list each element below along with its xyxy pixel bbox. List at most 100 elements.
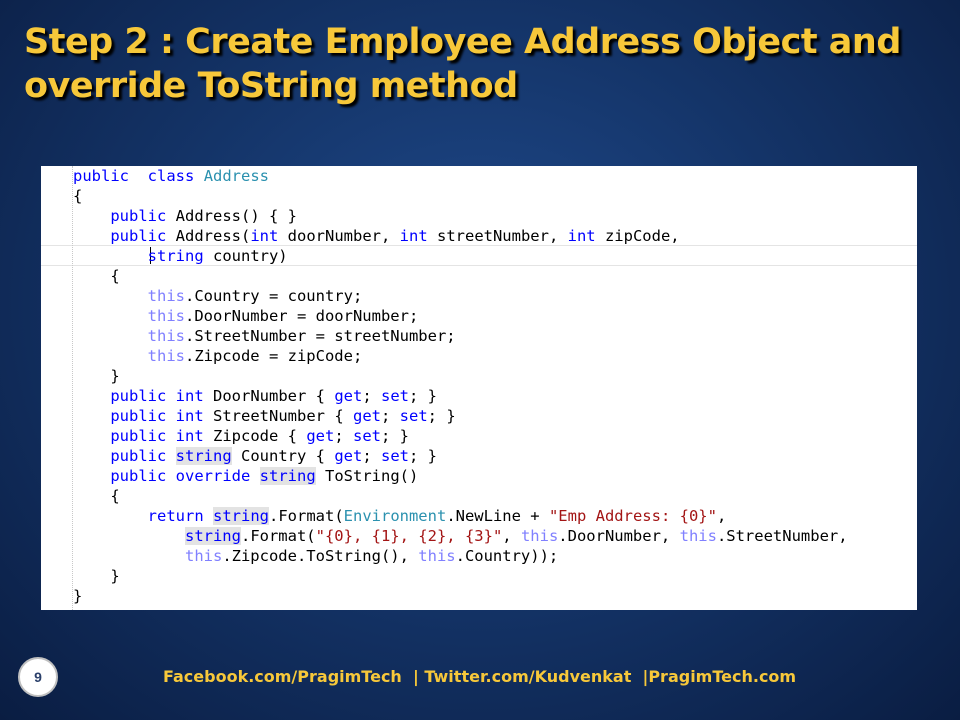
code-line: { (73, 486, 848, 506)
code-token: "{0}, {1}, {2}, {3}" (315, 527, 503, 545)
code-editor-panel[interactable]: public class Address { public Address() {… (41, 166, 917, 610)
code-token: { (73, 187, 83, 205)
code-token: get (334, 387, 363, 405)
code-token: Address (203, 167, 270, 185)
code-block[interactable]: public class Address { public Address() {… (73, 166, 848, 606)
code-token: set (381, 387, 409, 405)
code-token: this (184, 547, 223, 565)
code-line: this.StreetNumber = streetNumber; (73, 326, 848, 346)
code-token: ; (380, 407, 400, 425)
code-token: streetNumber, (427, 227, 568, 245)
code-token: Zipcode { (203, 427, 307, 445)
code-token: .NewLine + (446, 507, 549, 525)
code-token: this (679, 527, 717, 545)
code-line: public Address(int doorNumber, int stree… (73, 226, 848, 246)
page-number-badge: 9 (18, 657, 58, 697)
code-line: public int Zipcode { get; set; } (73, 426, 848, 446)
code-line: string.Format("{0}, {1}, {2}, {3}", this… (73, 526, 848, 546)
code-token: string (213, 507, 269, 525)
code-token: country) (203, 247, 288, 265)
code-token: this (147, 347, 185, 365)
code-line: this.DoorNumber = doorNumber; (73, 306, 848, 326)
code-line: { (73, 266, 848, 286)
code-token: this (147, 287, 185, 305)
code-line: string country) (73, 246, 848, 266)
code-token: doorNumber, (278, 227, 400, 245)
code-line: } (73, 586, 848, 606)
code-token: } (73, 367, 120, 385)
code-token: .Zipcode = zipCode; (184, 347, 363, 365)
code-token: int (175, 427, 204, 445)
code-line: public override string ToString() (73, 466, 848, 486)
code-token: int (399, 227, 428, 245)
slide-title: Step 2 : Create Employee Address Object … (24, 20, 924, 108)
code-line: this.Country = country; (73, 286, 848, 306)
code-token: this (147, 307, 185, 325)
code-line: public int DoorNumber { get; set; } (73, 386, 848, 406)
code-token: { (73, 487, 120, 505)
code-token: public (110, 387, 167, 405)
code-token: ToString() (315, 467, 419, 485)
slide-title-line-2: override ToString method (24, 66, 518, 106)
code-line: public string Country { get; set; } (73, 446, 848, 466)
code-token: ; } (381, 427, 409, 445)
code-token: .Format( (269, 507, 344, 525)
code-token: set (399, 407, 428, 425)
code-line: public Address() { } (73, 206, 848, 226)
code-token: class (147, 167, 195, 185)
code-line: this.Zipcode = zipCode; (73, 346, 848, 366)
page-number: 9 (34, 669, 42, 685)
code-token: public (110, 467, 167, 485)
code-line: public int StreetNumber { get; set; } (73, 406, 848, 426)
code-token: int (175, 387, 204, 405)
code-token: } (73, 567, 120, 585)
code-line: { (73, 186, 848, 206)
code-token: string (184, 527, 241, 545)
code-token: { (73, 267, 120, 285)
code-line: } (73, 566, 848, 586)
code-token: public (73, 167, 129, 185)
code-token: return (147, 507, 204, 525)
code-line: return string.Format(Environment.NewLine… (73, 506, 848, 526)
code-token: public (110, 407, 167, 425)
code-token: "Emp Address: {0}" (548, 507, 717, 525)
footer-social-links: Facebook.com/PragimTech | Twitter.com/Ku… (163, 667, 797, 686)
code-token: .Country)); (455, 547, 559, 565)
code-token: ; } (427, 407, 456, 425)
code-token: ; (334, 427, 353, 445)
code-token: .StreetNumber = streetNumber; (184, 327, 456, 345)
code-token: .DoorNumber, (558, 527, 680, 545)
code-token: .Zipcode.ToString(), (222, 547, 419, 565)
code-token: StreetNumber { (203, 407, 353, 425)
code-line: } (73, 366, 848, 386)
code-token: string (175, 447, 232, 465)
code-token: ; } (409, 447, 437, 465)
slide-title-line-1: Step 2 : Create Employee Address Object … (24, 22, 901, 62)
code-token: this (418, 547, 456, 565)
code-token: int (175, 407, 204, 425)
code-token: , (716, 507, 727, 525)
code-token: set (381, 447, 409, 465)
code-token: this (147, 327, 185, 345)
code-token: , (502, 527, 521, 545)
code-line: this.Zipcode.ToString(), this.Country)); (73, 546, 848, 566)
code-token: get (306, 427, 335, 445)
code-token: int (567, 227, 596, 245)
code-token: get (334, 447, 363, 465)
code-token: get (352, 407, 381, 425)
code-token: public (110, 447, 167, 465)
